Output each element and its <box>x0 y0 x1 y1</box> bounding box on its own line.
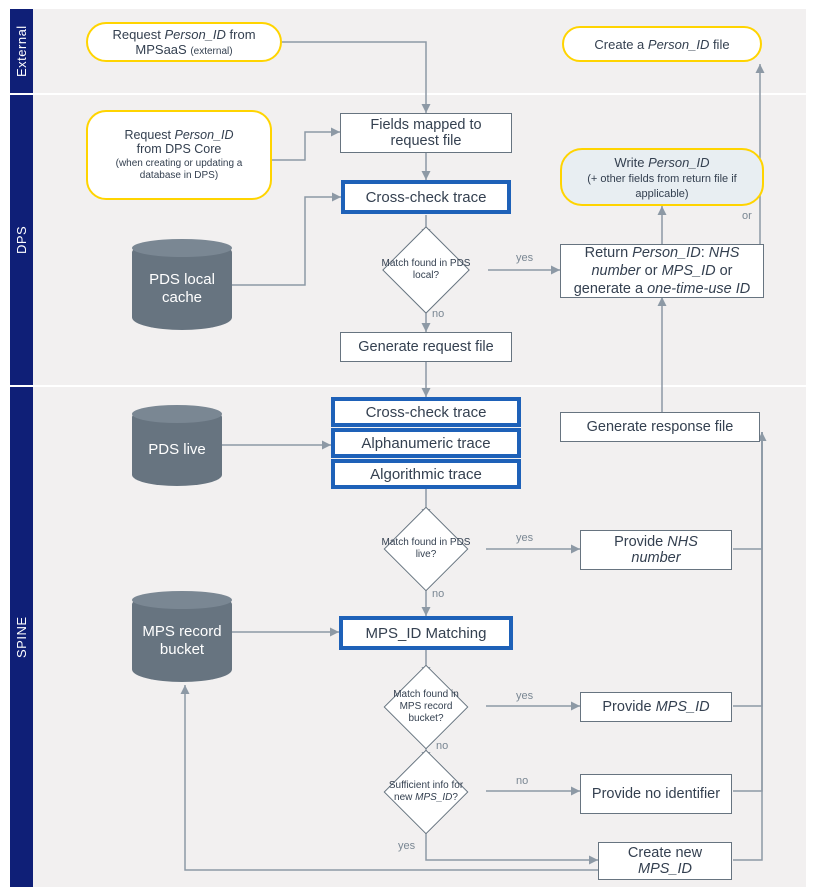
lane-dps: DPS <box>10 95 33 385</box>
label-yes-2: yes <box>516 532 533 544</box>
lane-external: External <box>10 9 33 93</box>
label-no-2: no <box>432 588 444 600</box>
decision-mps-bucket: Match found in MPS record bucket? <box>364 676 488 738</box>
pds-live: PDS live <box>132 406 222 486</box>
gen-request-file: Generate request file <box>340 332 512 362</box>
decision-sufficient: Sufficient info for new MPS_ID? <box>364 761 488 823</box>
lane-spine: SPINE <box>10 387 33 887</box>
gen-response-file: Generate response file <box>560 412 760 442</box>
label-yes-4: yes <box>398 840 415 852</box>
decision-pds-local: Match found in PDS local? <box>364 238 488 302</box>
alphanumeric-trace: Alphanumeric trace <box>331 428 521 458</box>
provide-nhs: Provide NHS number <box>580 530 732 570</box>
mps-id-matching: MPS_ID Matching <box>339 616 513 650</box>
cross-check-trace-2: Cross-check trace <box>331 397 521 427</box>
create-new-mps: Create new MPS_ID <box>598 842 732 880</box>
label-no: no <box>432 308 444 320</box>
label-yes-3: yes <box>516 690 533 702</box>
fields-mapped: Fields mapped to request file <box>340 113 512 153</box>
label-yes: yes <box>516 252 533 264</box>
mps-record-bucket: MPS record bucket <box>132 592 232 682</box>
write-pid: Write Person_ID (+ other fields from ret… <box>560 148 764 206</box>
pds-local-cache: PDS local cache <box>132 240 232 330</box>
provide-none: Provide no identifier <box>580 774 732 814</box>
provide-mps: Provide MPS_ID <box>580 692 732 722</box>
create-pid-file: Create a Person_ID file <box>562 26 762 62</box>
dps-request-start: Request Person_ID from DPS Core (when cr… <box>86 110 272 200</box>
label-no-4: no <box>516 775 528 787</box>
label-or: or <box>742 210 752 222</box>
cross-check-trace: Cross-check trace <box>341 180 511 214</box>
algorithmic-trace: Algorithmic trace <box>331 459 521 489</box>
decision-pds-live: Match found in PDS live? <box>364 518 488 580</box>
ext-request-start: Request Person_ID from MPSaaS (external) <box>86 22 282 62</box>
return-pid: Return Person_ID: NHS number or MPS_ID o… <box>560 244 764 298</box>
label-no-3: no <box>436 740 448 752</box>
